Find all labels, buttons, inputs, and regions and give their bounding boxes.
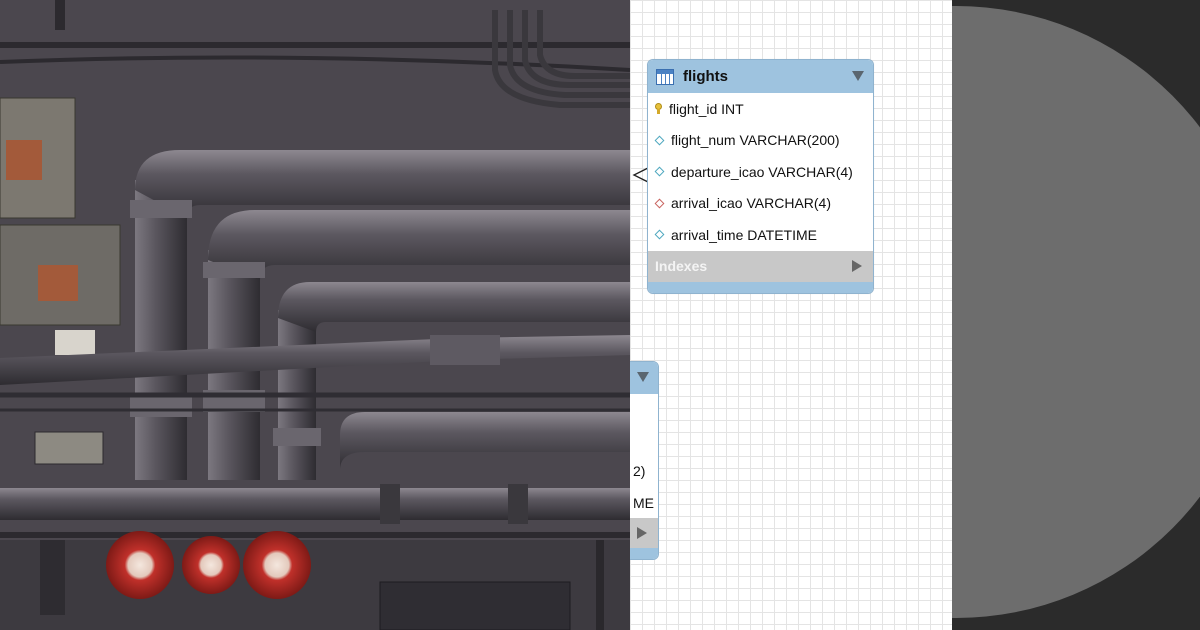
flights-table[interactable]: flights flight_id INT flight_num VARCHAR… — [647, 59, 874, 294]
expand-arrow-icon[interactable] — [852, 259, 862, 272]
table-name: flights — [683, 68, 728, 85]
pipes-illustration — [0, 0, 630, 630]
decorative-circle-panel — [952, 0, 1200, 630]
column-label: flight_id INT — [669, 100, 744, 117]
collapse-arrow-icon[interactable] — [852, 71, 864, 81]
column-label: departure_icao VARCHAR(4) — [671, 163, 853, 180]
erd-canvas[interactable]: flights flight_id INT flight_num VARCHAR… — [630, 0, 952, 630]
column-diamond-icon — [654, 166, 665, 177]
collapse-arrow-icon[interactable] — [637, 372, 649, 382]
partial-column-text: ME — [633, 495, 654, 511]
foreign-key-diamond-icon — [654, 198, 665, 209]
table-icon — [656, 68, 674, 85]
partial-indexes-section[interactable] — [630, 518, 658, 548]
column-row[interactable]: flight_id INT — [648, 93, 873, 125]
expand-arrow-icon[interactable] — [637, 527, 647, 539]
partial-table-footer — [630, 548, 658, 559]
column-diamond-icon — [654, 229, 665, 240]
column-label: arrival_icao VARCHAR(4) — [671, 195, 832, 212]
column-row[interactable]: flight_num VARCHAR(200) — [648, 125, 873, 157]
pipes-photo — [0, 0, 630, 630]
decorative-circle — [952, 6, 1200, 618]
column-row[interactable]: departure_icao VARCHAR(4) — [648, 156, 873, 188]
column-label: arrival_time DATETIME — [671, 226, 817, 243]
partial-column-text: 2) — [633, 463, 646, 479]
column-label: flight_num VARCHAR(200) — [671, 132, 840, 149]
partial-table-header[interactable] — [630, 362, 658, 394]
column-row[interactable]: arrival_icao VARCHAR(4) — [648, 188, 873, 220]
indexes-label: Indexes — [655, 258, 708, 274]
table-header[interactable]: flights — [648, 60, 873, 93]
column-diamond-icon — [654, 135, 665, 146]
primary-key-icon — [655, 103, 662, 115]
indexes-section[interactable]: Indexes — [648, 250, 873, 282]
partial-table[interactable]: 2) ME — [630, 361, 659, 560]
column-row[interactable]: arrival_time DATETIME — [648, 219, 873, 251]
table-footer — [648, 281, 873, 293]
